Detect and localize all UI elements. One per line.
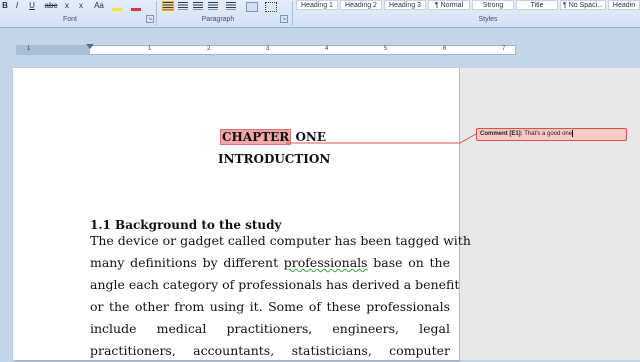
body-line: many definitions by different profession…: [90, 252, 450, 274]
body-line: include medical practitioners, engineers…: [90, 321, 450, 336]
font-dialog-launcher-icon[interactable]: ↘: [146, 15, 154, 23]
commented-text[interactable]: CHAPTER: [220, 129, 292, 145]
ruler-number: 4: [325, 46, 329, 52]
body-line-segment: many definitions by different: [90, 255, 284, 270]
ruler-number: 1: [27, 46, 31, 52]
group-divider: [292, 1, 293, 25]
style-heading-overflow[interactable]: Headin: [608, 0, 640, 10]
style-normal[interactable]: ¶ Normal: [428, 0, 470, 10]
style-strong[interactable]: Strong: [472, 0, 514, 10]
highlight-color-icon[interactable]: [112, 2, 122, 11]
comment-text[interactable]: That's a good one: [524, 131, 572, 137]
body-line: angle each category of professionals has…: [90, 277, 460, 292]
body-line: The device or gadget called computer has…: [90, 233, 471, 248]
paragraph-group-label: Paragraph: [201, 16, 235, 23]
style-no-spacing[interactable]: ¶ No Spaci...: [560, 0, 606, 10]
ruler-number: 6: [443, 46, 447, 52]
comment-balloon[interactable]: Comment [E1]: That's a good one: [476, 128, 627, 141]
ruler-number: 1: [148, 46, 152, 52]
styles-group-label: Styles: [478, 16, 498, 23]
align-right-icon[interactable]: [193, 2, 203, 10]
paragraph-dialog-launcher-icon[interactable]: ↘: [280, 15, 288, 23]
change-case-button[interactable]: Aa: [92, 0, 106, 12]
style-title[interactable]: Title: [516, 0, 558, 10]
align-left-icon[interactable]: [162, 1, 174, 11]
strikethrough-button[interactable]: abc: [44, 0, 58, 12]
ruler-number: 3: [266, 46, 270, 52]
justify-icon[interactable]: [208, 2, 218, 10]
ruler-number: 2: [207, 46, 211, 52]
chapter-heading[interactable]: CHAPTER ONE: [220, 128, 340, 146]
shading-icon[interactable]: [246, 2, 258, 12]
body-line: practitioners, accountants, statistician…: [90, 343, 450, 358]
first-line-indent-marker[interactable]: [86, 44, 94, 49]
borders-icon[interactable]: [265, 2, 277, 12]
italic-button[interactable]: I: [13, 0, 21, 12]
subscript-button[interactable]: x: [63, 0, 71, 12]
bold-button[interactable]: B: [1, 0, 9, 12]
font-group-label: Font: [62, 16, 77, 23]
align-center-icon[interactable]: [178, 2, 188, 10]
line-spacing-icon[interactable]: [226, 2, 236, 10]
body-line: or the other from using it. Some of thes…: [90, 299, 450, 314]
body-paragraph[interactable]: The device or gadget called computer has…: [90, 230, 471, 362]
superscript-button[interactable]: x: [77, 0, 85, 12]
style-heading-2[interactable]: Heading 2: [340, 0, 382, 10]
style-heading-1[interactable]: Heading 1: [296, 0, 338, 10]
chapter-heading-rest: ONE: [291, 130, 327, 144]
group-divider: [156, 1, 157, 25]
underline-button[interactable]: U: [27, 0, 37, 12]
markup-area: [459, 68, 640, 360]
introduction-heading[interactable]: INTRODUCTION: [218, 150, 358, 168]
ruler-number: 5: [384, 46, 388, 52]
ruler-number: 7: [502, 46, 506, 52]
horizontal-ruler[interactable]: 1 1 2 3 4 5 6 7: [0, 44, 640, 56]
body-line-segment: base on the: [367, 255, 450, 270]
style-heading-3[interactable]: Heading 3: [384, 0, 426, 10]
text-caret: [572, 129, 574, 137]
comment-label: Comment [E1]:: [480, 131, 523, 137]
spelling-flagged-word[interactable]: professionals: [284, 255, 368, 270]
ribbon: B I U abc x x Aa Font ↘ Paragraph ↘ Head…: [0, 0, 640, 28]
font-color-icon[interactable]: [131, 2, 141, 11]
